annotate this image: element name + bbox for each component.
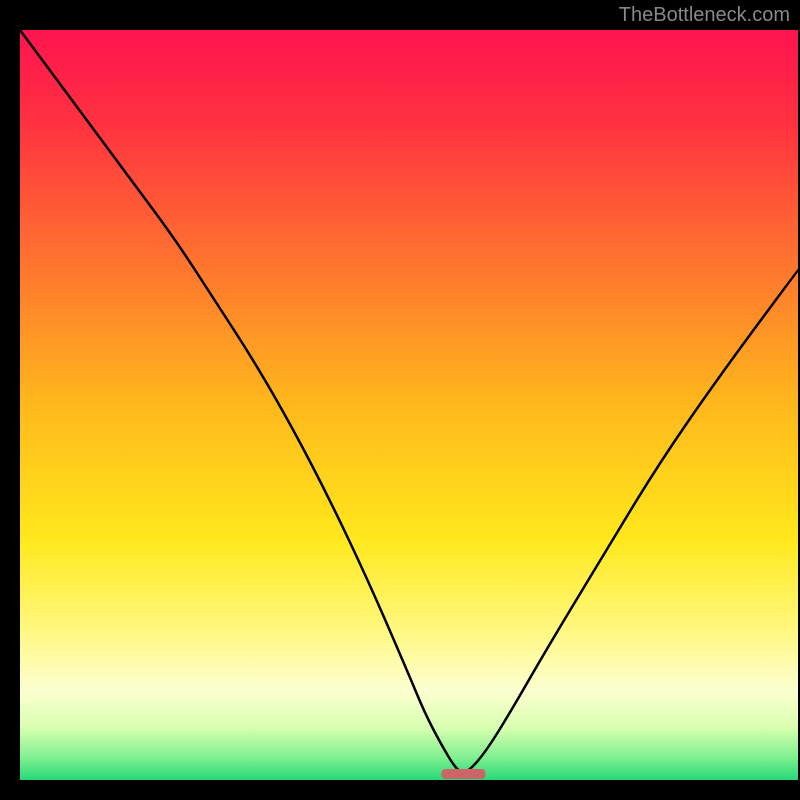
frame-bottom <box>0 780 800 800</box>
plot-background <box>20 30 798 780</box>
chart-container: TheBottleneck.com <box>0 0 800 800</box>
watermark-text: TheBottleneck.com <box>619 4 790 27</box>
optimum-marker <box>441 769 485 779</box>
frame-left <box>0 0 20 800</box>
bottleneck-chart <box>0 0 800 800</box>
